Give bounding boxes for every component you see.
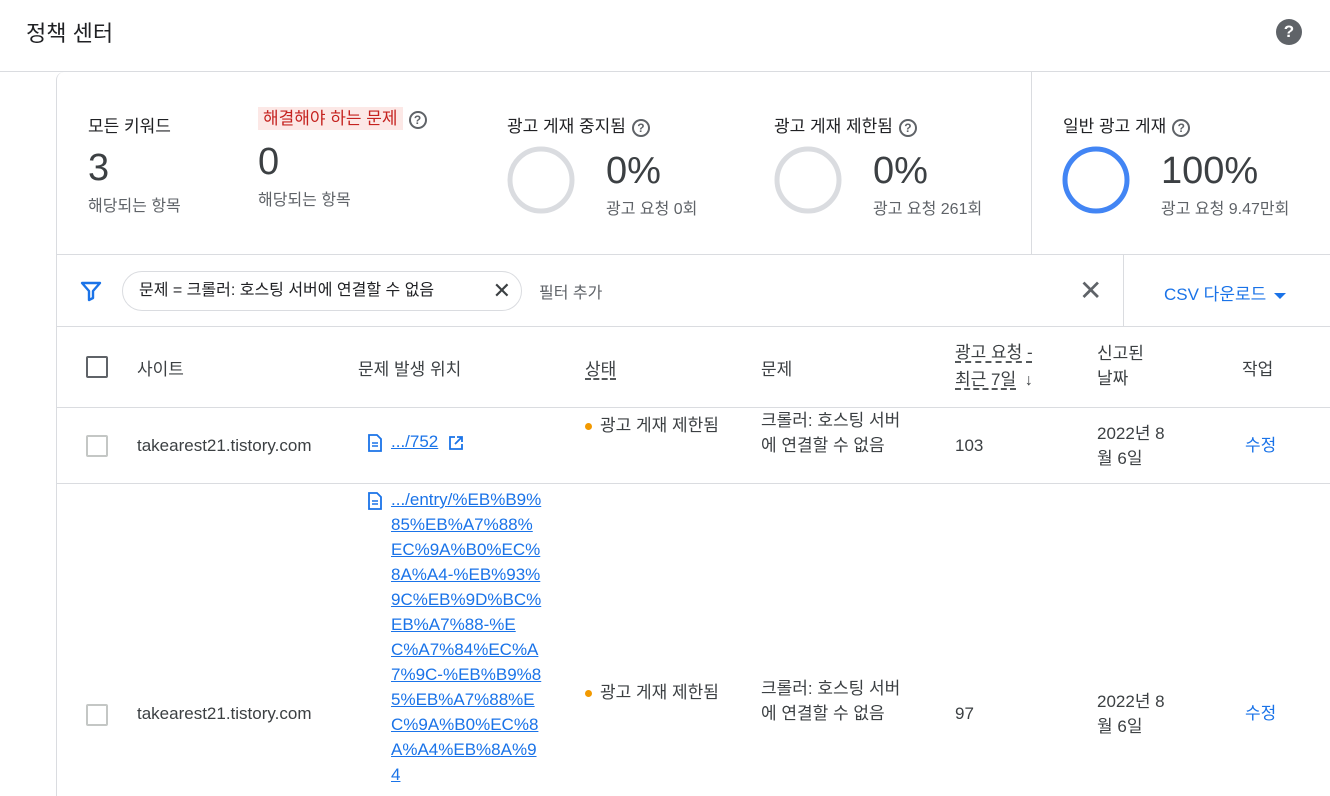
help-icon[interactable]: ? xyxy=(631,118,650,137)
help-icon[interactable]: ? xyxy=(408,110,427,129)
filter-icon[interactable] xyxy=(79,279,103,303)
card-label: 모든 키워드 xyxy=(88,117,171,136)
location-cell: .../752 xyxy=(391,429,551,454)
column-header-reported-line2: 날짜 xyxy=(1097,369,1129,388)
help-icon[interactable]: ? xyxy=(1172,118,1191,137)
filter-bar: 문제 = 크롤러: 호스팅 서버에 연결할 수 없음 ✕ 필터 추가 ✕ CSV… xyxy=(57,255,1330,327)
url-link[interactable]: .../entry/%EB%B9%85%EB%A7%88%EC%9A%B0%EC… xyxy=(391,490,541,784)
column-header-requests-line1: 광고 요청 - xyxy=(955,343,1033,362)
card-label: 일반 광고 게재 xyxy=(1063,117,1167,136)
column-header-location[interactable]: 문제 발생 위치 xyxy=(358,355,461,380)
open-in-new-icon[interactable] xyxy=(449,435,463,450)
card-sub: 광고 요청 9.47만회 xyxy=(1161,201,1290,218)
card-sub: 광고 요청 261회 xyxy=(873,201,983,218)
arrow-down-icon: ↓ xyxy=(1024,372,1033,389)
card-serving-stopped[interactable]: 광고 게재 중지됨? xyxy=(507,112,650,137)
card-issues[interactable]: 해결해야 하는 문제? 0 해당되는 항목 xyxy=(258,104,427,210)
left-gutter xyxy=(0,72,56,796)
row-checkbox[interactable] xyxy=(86,435,108,457)
table-row: takearest21.tistory.com .../entry/%EB%B9… xyxy=(57,484,1330,796)
card-label-alert: 해결해야 하는 문제 xyxy=(258,107,403,130)
top-bar: 정책 센터 ? xyxy=(0,0,1330,72)
column-header-site[interactable]: 사이트 xyxy=(137,355,184,380)
select-all-checkbox[interactable] xyxy=(86,356,108,378)
site-cell: takearest21.tistory.com xyxy=(137,436,312,455)
issue-cell: 크롤러: 호스팅 서버에 연결할 수 없음 xyxy=(761,411,901,455)
column-header-reported[interactable]: 신고된 날짜 xyxy=(1097,341,1144,391)
progress-ring-stopped xyxy=(507,146,575,214)
card-label: 광고 게재 제한됨 xyxy=(774,117,893,136)
card-sub: 해당되는 항목 xyxy=(258,192,351,209)
status-cell: 광고 게재 제한됨 xyxy=(585,680,727,705)
issue-cell: 크롤러: 호스팅 서버에 연결할 수 없음 xyxy=(761,679,901,723)
card-sub: 광고 요청 0회 xyxy=(606,201,698,218)
card-value: 0 xyxy=(258,141,280,183)
page-title: 정책 센터 xyxy=(26,21,114,46)
edit-link[interactable]: 수정 xyxy=(1245,701,1276,726)
filter-chip-label: 문제 = 크롤러: 호스팅 서버에 연결할 수 없음 xyxy=(139,282,435,299)
edit-link[interactable]: 수정 xyxy=(1245,433,1276,458)
table-header: 사이트 문제 발생 위치 상태 문제 광고 요청 - 최근 7일 ↓ 신고된 날… xyxy=(57,327,1330,408)
column-header-status[interactable]: 상태 xyxy=(585,355,616,380)
card-value: 3 xyxy=(88,147,110,189)
add-filter-input[interactable]: 필터 추가 xyxy=(539,279,602,303)
policy-panel: 모든 키워드 3 해당되는 항목 해결해야 하는 문제? 0 해당되는 항목 광… xyxy=(56,72,1330,796)
card-label: 광고 게재 중지됨 xyxy=(507,117,626,136)
requests-cell: 97 xyxy=(955,704,974,723)
help-icon[interactable]: ? xyxy=(898,118,917,137)
percent-value: 100% xyxy=(1161,150,1259,192)
location-cell: .../entry/%EB%B9%85%EB%A7%88%EC%9A%B0%EC… xyxy=(391,487,543,787)
column-header-issue[interactable]: 문제 xyxy=(761,355,792,380)
status-text: 광고 게재 제한됨 xyxy=(600,683,719,702)
column-header-action: 작업 xyxy=(1242,360,1274,379)
csv-download-area: CSV 다운로드 xyxy=(1123,255,1330,327)
card-serving-limited[interactable]: 광고 게재 제한됨? xyxy=(774,112,917,137)
card-serving-normal[interactable]: 일반 광고 게재? xyxy=(1063,112,1191,137)
requests-cell: 103 xyxy=(955,436,984,455)
site-cell: takearest21.tistory.com xyxy=(137,704,312,723)
csv-download-label: CSV 다운로드 xyxy=(1164,285,1267,304)
reported-date-cell: 2022년 8월 6일 xyxy=(1097,692,1165,736)
status-cell: 광고 게재 제한됨 xyxy=(585,413,727,438)
summary-divider xyxy=(1031,72,1032,255)
percent-value: 0% xyxy=(873,150,928,192)
csv-download-button[interactable]: CSV 다운로드 xyxy=(1164,280,1287,305)
status-text: 광고 게재 제한됨 xyxy=(600,416,719,435)
summary-bar: 모든 키워드 3 해당되는 항목 해결해야 하는 문제? 0 해당되는 항목 광… xyxy=(57,72,1330,255)
warning-dot-icon xyxy=(585,423,592,431)
url-link[interactable]: .../752 xyxy=(391,432,438,451)
column-header-requests-line2: 최근 7일 xyxy=(955,370,1017,389)
help-icon[interactable]: ? xyxy=(1276,19,1302,45)
column-header-requests[interactable]: 광고 요청 - 최근 7일 ↓ xyxy=(955,339,1033,394)
card-sub: 해당되는 항목 xyxy=(88,198,181,215)
reported-date-cell: 2022년 8월 6일 xyxy=(1097,424,1165,468)
progress-ring-limited xyxy=(774,146,842,214)
document-icon xyxy=(368,492,382,510)
column-header-reported-line1: 신고된 xyxy=(1097,344,1144,363)
clear-filters-icon[interactable]: ✕ xyxy=(1079,274,1102,307)
percent-value: 0% xyxy=(606,150,661,192)
close-icon[interactable]: ✕ xyxy=(493,272,511,310)
card-all-keywords[interactable]: 모든 키워드 3 해당되는 항목 xyxy=(88,112,181,216)
filter-chip[interactable]: 문제 = 크롤러: 호스팅 서버에 연결할 수 없음 ✕ xyxy=(122,271,522,311)
row-checkbox[interactable] xyxy=(86,704,108,726)
warning-dot-icon xyxy=(585,690,592,698)
table-row: takearest21.tistory.com .../752 광고 게재 제한… xyxy=(57,408,1330,484)
caret-down-icon xyxy=(1274,292,1287,299)
document-icon xyxy=(368,434,382,452)
progress-ring-normal xyxy=(1062,146,1130,214)
